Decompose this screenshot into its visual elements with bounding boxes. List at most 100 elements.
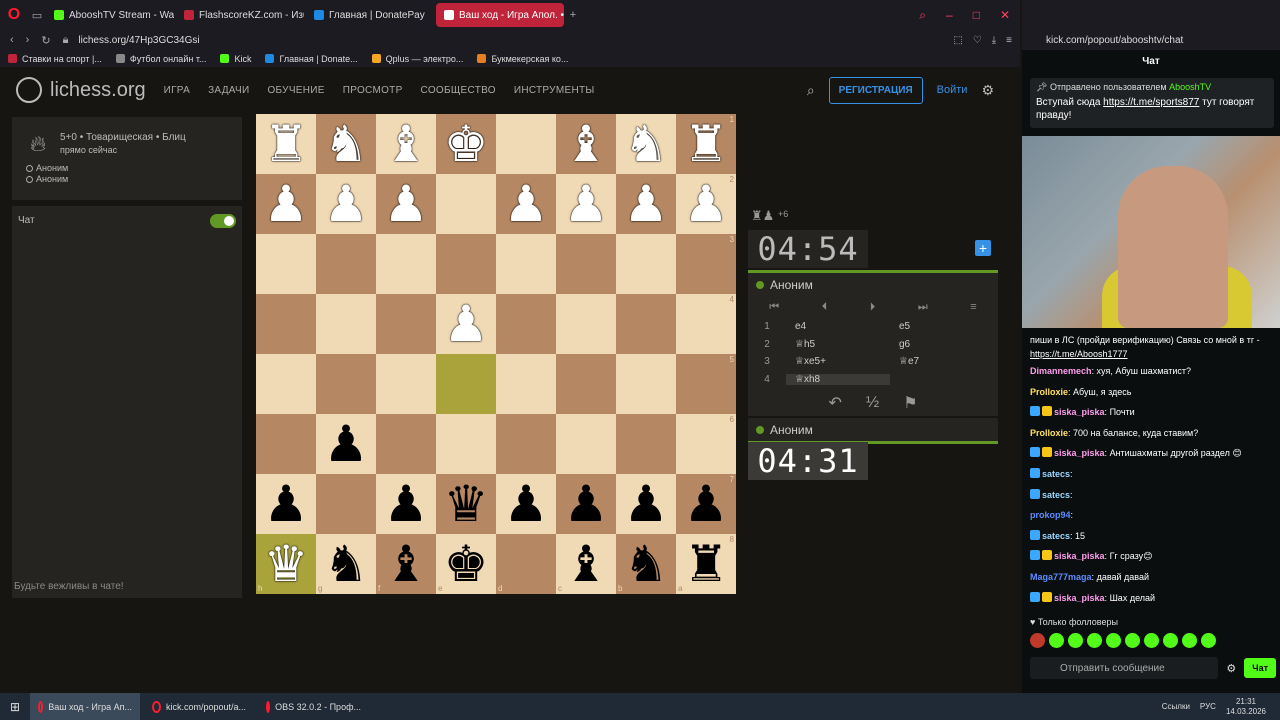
taskbar-app[interactable]: OBS 32.0.2 - Проф... [258,693,368,720]
bookmark-item[interactable]: Букмекерская ко... [477,54,568,64]
menu-item[interactable]: Сообщество [421,85,496,96]
reload-icon[interactable]: ↻ [41,34,50,47]
board-square[interactable] [496,294,556,354]
board-square[interactable]: ♝ c [556,534,616,594]
black-pawn-icon[interactable]: ♟ [684,479,729,529]
draw-offer-icon[interactable]: ½ [866,394,879,412]
board-square[interactable]: ♟ [436,294,496,354]
new-tab-icon[interactable]: + [564,0,582,30]
black-queen-icon[interactable]: ♛ [444,479,489,529]
first-move-icon[interactable]: ⏮ [769,301,779,314]
white-rook-icon[interactable]: ♜ [684,119,729,169]
board-square[interactable] [496,114,556,174]
settings-gear-icon[interactable]: ⚙ [1226,662,1236,675]
board-square[interactable]: ♟ [616,474,676,534]
board-square[interactable] [316,234,376,294]
board-square[interactable]: ♚ [436,114,496,174]
browser-tab[interactable]: AbooshTV Stream - Watch [46,3,174,27]
takeback-icon[interactable]: ↶ [828,393,841,413]
board-square[interactable]: ♟ [316,174,376,234]
board-square[interactable] [376,414,436,474]
white-knight-icon[interactable]: ♞ [624,119,669,169]
pinned-user[interactable]: AbooshTV [1169,82,1211,92]
bookmark-icon[interactable]: ♡ [973,35,982,46]
white-queen-icon[interactable]: ♛ [264,539,309,589]
black-bishop-icon[interactable]: ♝ [564,539,609,589]
board-square[interactable]: ♟ [376,174,436,234]
emote-icon[interactable] [1163,633,1178,648]
board-square[interactable]: 3 [676,234,736,294]
black-knight-icon[interactable]: ♞ [324,539,369,589]
white-move[interactable]: ♕xh8 [786,373,890,385]
board-square[interactable] [556,234,616,294]
chess-board[interactable]: ♜ ♞ ♝ ♚ ♝ ♞ ♜ 1 ♟ ♟ ♟ ♟ ♟ ♟ ♟ 2 3 ♟ 4 5 ♟ 6 ♟ ♟ ♛ ♟ ♟ ♟ ♟ 7 ♛ h ♞ g ♝ f ♚ e d ♝… [256,114,736,594]
chat-input[interactable]: Отправить сообщение [1030,657,1219,679]
board-square[interactable] [616,294,676,354]
chat-username[interactable]: Prolloxie [1030,428,1068,438]
board-square[interactable]: 6 [676,414,736,474]
board-square[interactable]: ♝ [376,114,436,174]
search-tabs-icon[interactable]: ⌕ [919,8,926,23]
pinned-link[interactable]: https://t.me/sports877 [1103,97,1199,108]
board-square[interactable]: ♝ f [376,534,436,594]
black-pawn-icon[interactable]: ♟ [564,479,609,529]
chat-username[interactable]: Maga777maga [1030,572,1092,582]
white-pawn-icon[interactable]: ♟ [504,179,549,229]
resign-flag-icon[interactable]: ⚑ [903,393,917,413]
board-square[interactable] [556,354,616,414]
tray-links[interactable]: Ссылки [1162,702,1190,711]
emote-icon[interactable] [1201,633,1216,648]
black-pawn-icon[interactable]: ♟ [384,479,429,529]
board-square[interactable]: ♟ [316,414,376,474]
board-square[interactable]: ♟ [556,174,616,234]
board-square[interactable]: ♞ b [616,534,676,594]
chat-username[interactable]: siska_piska [1054,448,1105,458]
browser-tab[interactable]: Ваш ход - Игра Апол. • li [436,3,564,27]
white-pawn-icon[interactable]: ♟ [264,179,309,229]
board-square[interactable]: d [496,534,556,594]
board-square[interactable] [256,294,316,354]
bookmark-item[interactable]: Qplus — электро... [371,54,463,64]
board-square[interactable] [376,354,436,414]
chat-username[interactable]: Dimannemech [1030,366,1092,376]
board-square[interactable]: ♟ 7 [676,474,736,534]
white-move[interactable]: e4 [786,321,890,332]
bookmark-item[interactable]: Футбол онлайн т... [115,54,206,64]
board-square[interactable] [436,234,496,294]
white-king-icon[interactable]: ♚ [444,119,489,169]
settings-gear-icon[interactable]: ⚙ [981,82,994,99]
menu-item[interactable]: Инструменты [514,85,595,96]
board-square[interactable]: ♟ [496,474,556,534]
login-link[interactable]: Войти [937,84,968,96]
last-move-icon[interactable]: ⏭ [918,301,928,314]
black-king-icon[interactable]: ♚ [444,539,489,589]
opera-logo-icon[interactable]: O [0,0,28,30]
black-knight-icon[interactable]: ♞ [624,539,669,589]
black-move[interactable]: g6 [890,339,990,350]
chat-toggle[interactable] [210,214,236,228]
register-button[interactable]: Регистрация [828,76,923,104]
board-square[interactable] [316,354,376,414]
board-square[interactable] [556,294,616,354]
telegram-link[interactable]: https://t.me/Aboosh1777 [1030,349,1128,359]
emote-icon[interactable] [1106,633,1121,648]
board-square[interactable] [376,234,436,294]
white-pawn-icon[interactable]: ♟ [384,179,429,229]
player-1[interactable]: Аноним [26,163,68,174]
board-square[interactable]: ♟ 2 [676,174,736,234]
emote-icon[interactable] [1182,633,1197,648]
board-square[interactable]: ♛ [436,474,496,534]
board-square[interactable]: ♚ e [436,534,496,594]
emote-icon[interactable] [1030,633,1045,648]
taskbar-app[interactable]: Ваш ход - Игра Ап... [30,693,141,720]
white-pawn-icon[interactable]: ♟ [324,179,369,229]
browser-tab[interactable]: Главная | DonatePay [306,3,434,27]
url-field[interactable]: lichess.org/47Hp3GC34Gsi [78,35,199,46]
white-bishop-icon[interactable]: ♝ [564,119,609,169]
black-pawn-icon[interactable]: ♟ [504,479,549,529]
search-icon[interactable]: ⌕ [807,82,815,99]
board-square[interactable] [256,354,316,414]
white-bishop-icon[interactable]: ♝ [384,119,429,169]
board-square[interactable]: ♟ [556,474,616,534]
board-square[interactable] [496,234,556,294]
